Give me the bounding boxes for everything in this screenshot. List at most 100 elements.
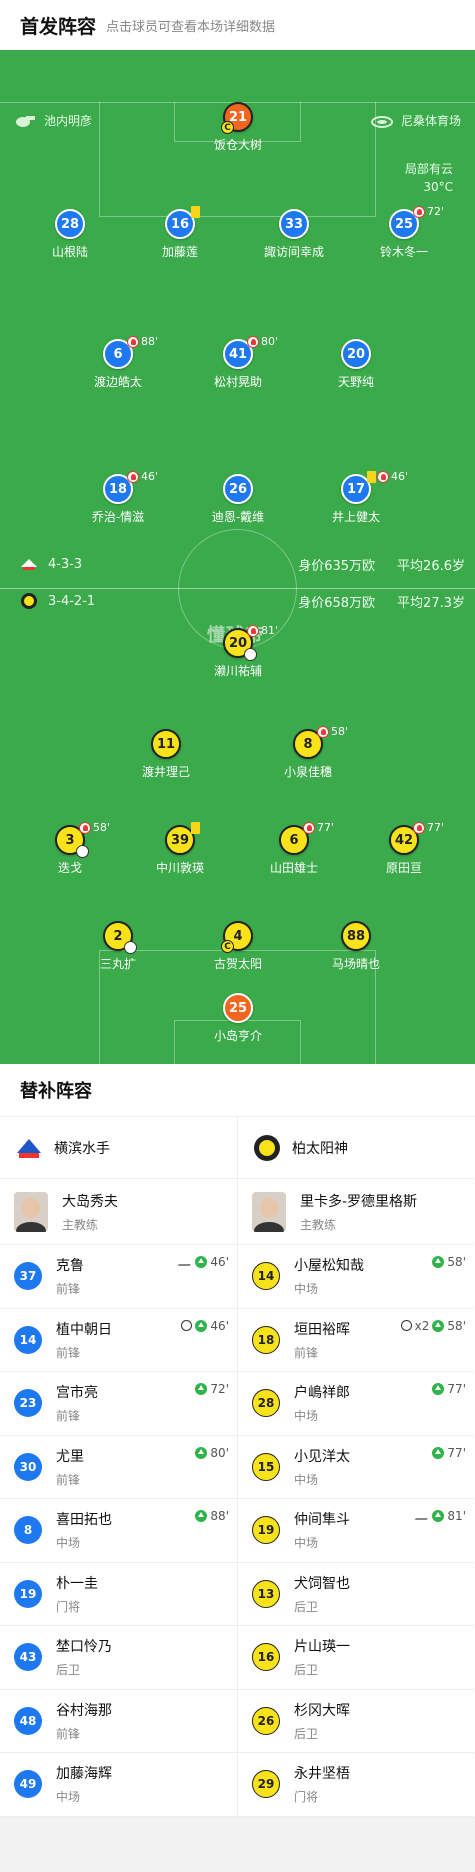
player-name: 三丸扩 xyxy=(99,957,136,971)
sub-player-row[interactable]: 14 植中朝日 前锋 46' xyxy=(0,1309,237,1372)
home-coach-name: 大岛秀夫 xyxy=(62,1193,118,1210)
sub-player-row[interactable]: 19 仲间隼斗 中场 81' xyxy=(238,1499,474,1563)
player-a8[interactable]: 2 三丸扩 xyxy=(58,921,178,972)
goal-ball-icon xyxy=(76,845,89,858)
sub-time: 80' xyxy=(261,335,279,348)
sub-events: x2 58' xyxy=(400,1318,466,1333)
player-a4[interactable]: 3 58' 迭戈 xyxy=(10,821,130,876)
sub-off-badge: 77' xyxy=(413,821,444,834)
sub-position: 前锋 xyxy=(56,1409,81,1424)
subs-panel: 横滨水手 大岛秀夫 主教练 37 克鲁 前锋 46' 14 植中朝日 前锋 46' 23 宫市亮 前锋… xyxy=(0,1116,475,1817)
sub-number: 49 xyxy=(14,1770,42,1799)
sub-player-row[interactable]: 29 永井坚梧 门将 xyxy=(238,1753,474,1817)
player-p11[interactable]: 17 46' 井上健太 xyxy=(296,470,416,525)
player-number: 28 xyxy=(55,209,85,239)
sub-number: 15 xyxy=(252,1452,280,1481)
sub-name: 片山瑛一 xyxy=(294,1639,350,1656)
player-p8[interactable]: 20 天野纯 xyxy=(296,339,416,390)
sub-time: 81' xyxy=(261,624,279,637)
player-p6[interactable]: 6 88' 渡边皓太 xyxy=(58,335,178,390)
sub-player-row[interactable]: 13 犬饲智也 后卫 xyxy=(238,1563,474,1626)
player-number: 11 xyxy=(151,729,181,759)
player-a3[interactable]: 8 58' 小泉佳穗 xyxy=(248,725,368,780)
player-p4[interactable]: 33 諏访间幸成 xyxy=(234,209,354,260)
away-subs-head: 柏太阳神 xyxy=(238,1117,474,1179)
sub-number: 29 xyxy=(252,1770,280,1799)
player-p10[interactable]: 26 迪恩-戴维 xyxy=(178,474,298,525)
sub-player-row[interactable]: 8 喜田拓也 中场 88' xyxy=(0,1499,237,1563)
yellow-card-icon xyxy=(191,822,200,834)
sub-name: 尤里 xyxy=(56,1448,84,1465)
sub-on-time: 72' xyxy=(210,1382,229,1396)
player-name: 天野纯 xyxy=(337,375,374,389)
sub-name: 小见洋太 xyxy=(294,1448,350,1465)
player-a6[interactable]: 6 77' 山田雄士 xyxy=(234,821,354,876)
sub-player-row[interactable]: 49 加藤海辉 中场 xyxy=(0,1753,237,1817)
referee-info: 池内明彦 xyxy=(14,112,92,129)
sub-name: 永井坚梧 xyxy=(294,1766,350,1783)
player-a2[interactable]: 11 渡井理己 xyxy=(106,729,226,780)
sub-name: 喜田拓也 xyxy=(56,1512,112,1529)
sub-player-row[interactable]: 14 小屋松知哉 中场 58' xyxy=(238,1245,474,1309)
sub-player-row[interactable]: 18 垣田裕晖 前锋 x2 58' xyxy=(238,1309,474,1372)
sub-name: 克鲁 xyxy=(56,1258,84,1275)
away-coach-name: 里卡多-罗德里格斯 xyxy=(300,1193,418,1210)
player-number-text: 16 xyxy=(170,216,190,232)
sub-off-badge: 46' xyxy=(377,470,408,483)
sub-on-time: 46' xyxy=(210,1255,229,1269)
sub-on-time: 58' xyxy=(447,1318,466,1333)
whistle-icon xyxy=(16,115,35,127)
player-number-text: 2 xyxy=(113,928,123,944)
away-value: 身价658万欧 xyxy=(298,595,376,611)
sub-player-row[interactable]: 37 克鲁 前锋 46' xyxy=(0,1245,237,1309)
player-a11[interactable]: 25 小岛亨介 xyxy=(178,993,298,1044)
sub-player-row[interactable]: 16 片山瑛一 后卫 xyxy=(238,1626,474,1690)
player-a7[interactable]: 42 77' 原田亘 xyxy=(344,821,464,876)
sub-on-icon xyxy=(195,1446,208,1459)
sub-on-icon xyxy=(432,1383,445,1395)
sub-name: 犬饲智也 xyxy=(294,1575,350,1592)
player-a10[interactable]: 88 马场晴也 xyxy=(296,921,416,972)
sub-number: 19 xyxy=(252,1516,280,1545)
sub-player-row[interactable]: 28 户嶋祥郎 中场 77' xyxy=(238,1372,474,1436)
sub-name: 户嶋祥郎 xyxy=(294,1385,350,1402)
sub-player-row[interactable]: 26 杉冈大晖 后卫 xyxy=(238,1690,474,1753)
sub-player-row[interactable]: 43 埜口怜乃 后卫 xyxy=(0,1626,237,1690)
pitch: 池内明彦 尼桑体育场 局部有云 30°C 4-3-3 身价635万欧 平均26.6… xyxy=(0,50,475,1064)
player-p5[interactable]: 25 72' 铃木冬一 xyxy=(344,205,464,260)
player-name: 濑川祐辅 xyxy=(213,664,262,678)
home-coach[interactable]: 大岛秀夫 主教练 xyxy=(0,1179,237,1245)
sub-number: 19 xyxy=(14,1579,42,1608)
sub-player-row[interactable]: 15 小见洋太 中场 77' xyxy=(238,1436,474,1499)
player-number-text: 18 xyxy=(108,481,128,497)
player-p2[interactable]: 28 山根陆 xyxy=(10,209,130,260)
sub-events: 58' xyxy=(432,1255,466,1269)
sub-off-icon xyxy=(79,821,91,834)
player-number: 42 77' xyxy=(389,821,444,855)
sub-position: 前锋 xyxy=(294,1345,319,1360)
sub-player-row[interactable]: 19 朴一圭 门将 xyxy=(0,1563,237,1626)
home-team-icon xyxy=(21,559,37,570)
player-a5[interactable]: 39 中川敦瑛 xyxy=(120,822,240,876)
player-name: 古贺太阳 xyxy=(213,957,262,971)
player-p7[interactable]: 41 80' 松村晃助 xyxy=(178,335,298,390)
sub-position: 中场 xyxy=(294,1472,319,1487)
player-a1[interactable]: 20 81' 濑川祐辅 xyxy=(178,624,298,679)
away-coach[interactable]: 里卡多-罗德里格斯 主教练 xyxy=(238,1179,474,1245)
sub-player-row[interactable]: 30 尤里 前锋 80' xyxy=(0,1436,237,1499)
player-number-text: 3 xyxy=(65,832,75,848)
sub-on-icon xyxy=(432,1256,445,1268)
player-p3[interactable]: 16 加藤莲 xyxy=(120,206,240,260)
stadium-info: 尼桑体育场 xyxy=(370,112,461,129)
sub-player-row[interactable]: 48 谷村海那 前锋 xyxy=(0,1690,237,1753)
goal-count: x2 xyxy=(414,1318,430,1333)
sub-name: 仲间隼斗 xyxy=(294,1512,350,1529)
player-p9[interactable]: 18 46' 乔治-情滋 xyxy=(58,470,178,525)
player-number-text: 20 xyxy=(346,346,366,362)
sub-position: 后卫 xyxy=(294,1663,319,1678)
player-number: 4C xyxy=(221,921,253,953)
player-p1[interactable]: 21 C 饭仓大树 xyxy=(178,102,298,153)
sub-on-icon xyxy=(195,1256,208,1268)
player-a9[interactable]: 4 C 古贺太阳 xyxy=(178,921,298,972)
sub-player-row[interactable]: 23 宫市亮 前锋 72' xyxy=(0,1372,237,1436)
